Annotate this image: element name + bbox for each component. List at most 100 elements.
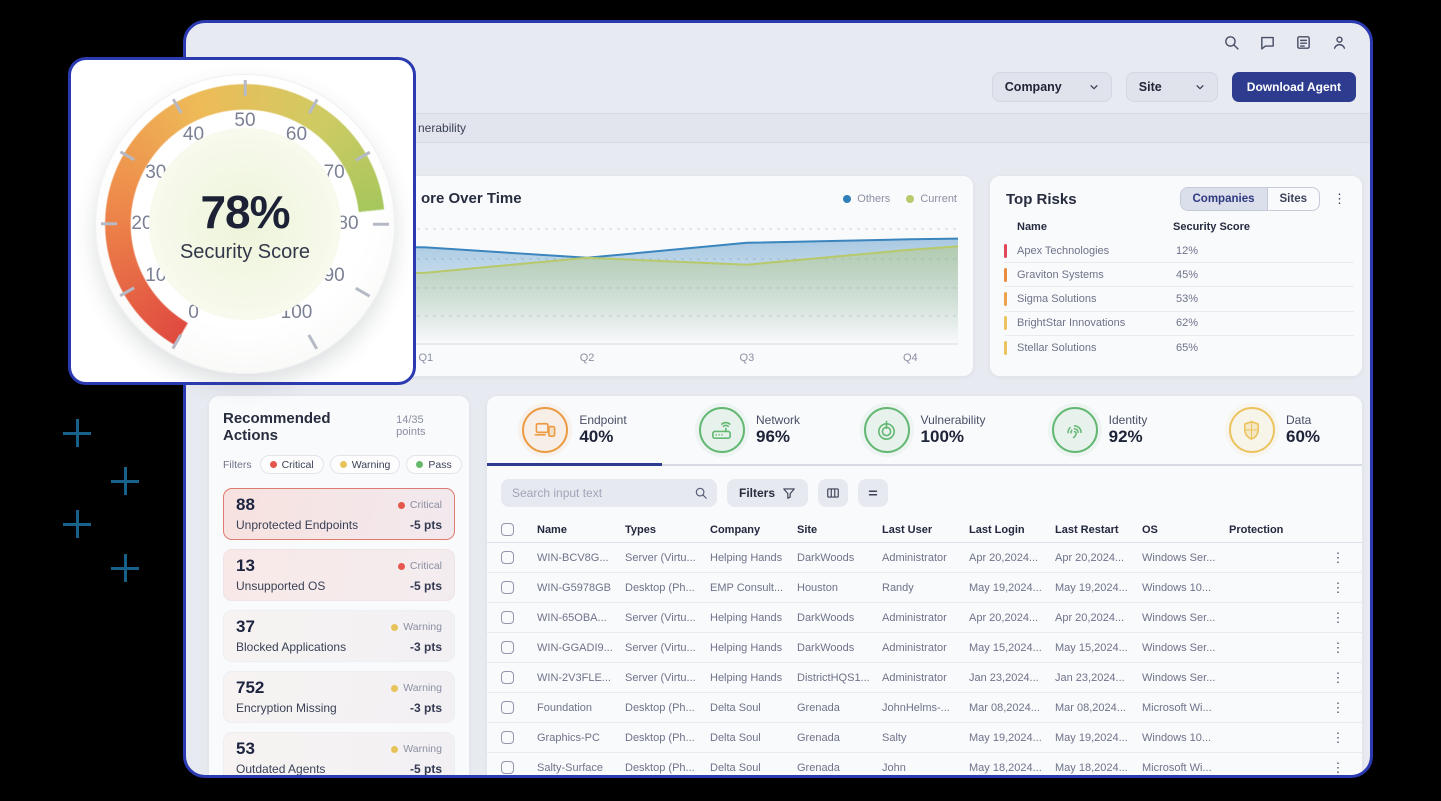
category-text: Network96% (756, 413, 800, 447)
table-row[interactable]: Graphics-PCDesktop (Ph...Delta SoulGrena… (487, 723, 1362, 753)
action-card[interactable]: 88CriticalUnprotected Endpoints-5 pts (223, 488, 455, 540)
row-checkbox[interactable] (501, 701, 514, 714)
cell-name: WIN-65OBA... (537, 612, 625, 624)
severity-dot-icon (391, 685, 398, 692)
table-row[interactable]: WIN-65OBA...Server (Virtu...Helping Hand… (487, 603, 1362, 633)
row-density-button[interactable] (858, 479, 888, 507)
cell-company: Helping Hands (710, 642, 797, 654)
tab-identity[interactable]: Identity92% (1012, 396, 1187, 466)
row-more-options-icon[interactable]: ⋮ (1324, 550, 1352, 566)
action-count: 13 (236, 556, 255, 576)
cell-os: Windows Ser... (1142, 642, 1229, 654)
risk-severity-bar (1004, 292, 1007, 306)
risks-tab-companies[interactable]: Companies (1181, 188, 1267, 210)
row-more-options-icon[interactable]: ⋮ (1324, 580, 1352, 596)
top-risks-title: Top Risks (1006, 191, 1077, 208)
category-value: 96% (756, 427, 800, 447)
gauge-tick (373, 223, 389, 226)
category-value: 92% (1109, 427, 1148, 447)
download-agent-button[interactable]: Download Agent (1232, 72, 1356, 102)
severity-dot-icon (270, 461, 277, 468)
table-row[interactable]: WIN-2V3FLE...Server (Virtu...Helping Han… (487, 663, 1362, 693)
risks-list: Apex Technologies12%Graviton Systems45%S… (990, 239, 1362, 360)
severity-dot-icon (340, 461, 347, 468)
gauge-value: 78% (200, 185, 289, 239)
severity-dot-icon (398, 563, 405, 570)
cell-type: Desktop (Ph... (625, 582, 710, 594)
search-icon[interactable] (1223, 34, 1240, 51)
action-card-bottom: Blocked Applications-3 pts (236, 640, 442, 654)
tab-endpoint[interactable]: Endpoint40% (487, 396, 662, 466)
chevron-down-icon (1089, 82, 1099, 92)
risk-name: BrightStar Innovations (1017, 317, 1176, 329)
row-checkbox[interactable] (501, 761, 514, 774)
filter-pill-pass[interactable]: Pass (406, 455, 461, 474)
risk-row[interactable]: Stellar Solutions65% (1004, 336, 1354, 360)
tab-data[interactable]: Data60% (1187, 396, 1362, 466)
recommended-actions-title: Recommended Actions (223, 410, 386, 444)
table-row[interactable]: WIN-G5978GBDesktop (Ph...EMP Consult...H… (487, 573, 1362, 603)
user-icon[interactable] (1331, 34, 1348, 51)
risk-row[interactable]: BrightStar Innovations62% (1004, 312, 1354, 336)
filter-pill-critical[interactable]: Critical (260, 455, 324, 474)
action-severity: Warning (391, 621, 442, 633)
top-risks-card: Top Risks CompaniesSites ⋮ Name Security… (989, 175, 1363, 377)
row-more-options-icon[interactable]: ⋮ (1324, 670, 1352, 686)
action-count: 53 (236, 739, 255, 759)
funnel-icon (782, 486, 796, 500)
chat-icon[interactable] (1259, 34, 1276, 51)
risk-row[interactable]: Sigma Solutions53% (1004, 287, 1354, 311)
cell-last_restart: May 19,2024... (1055, 732, 1142, 744)
row-checkbox[interactable] (501, 611, 514, 624)
action-card[interactable]: 13CriticalUnsupported OS-5 pts (223, 549, 455, 601)
report-icon[interactable] (1295, 34, 1312, 51)
company-select[interactable]: Company (992, 72, 1112, 102)
cell-name: WIN-GGADI9... (537, 642, 625, 654)
cell-last_restart: Apr 20,2024... (1055, 612, 1142, 624)
row-more-options-icon[interactable]: ⋮ (1324, 640, 1352, 656)
risks-col-name: Name (1017, 221, 1173, 233)
cell-name: WIN-G5978GB (537, 582, 625, 594)
select-all-checkbox[interactable] (501, 523, 514, 536)
tab-vulnerability[interactable]: Vulnerability100% (837, 396, 1012, 466)
action-card[interactable]: 37WarningBlocked Applications-3 pts (223, 610, 455, 662)
search-input[interactable] (501, 479, 717, 507)
action-card[interactable]: 752WarningEncryption Missing-3 pts (223, 671, 455, 723)
legend-label: Others (857, 193, 890, 205)
severity-dot-icon (391, 746, 398, 753)
severity-label: Warning (403, 682, 442, 694)
filter-pill-warning[interactable]: Warning (330, 455, 401, 474)
action-card-bottom: Unprotected Endpoints-5 pts (236, 518, 442, 532)
row-more-options-icon[interactable]: ⋮ (1324, 760, 1352, 776)
cell-last_restart: Apr 20,2024... (1055, 552, 1142, 564)
site-select[interactable]: Site (1126, 72, 1218, 102)
row-more-options-icon[interactable]: ⋮ (1324, 730, 1352, 746)
more-options-icon[interactable]: ⋮ (1329, 189, 1350, 209)
endpoint-devices-icon (522, 407, 568, 453)
risks-tab-sites[interactable]: Sites (1267, 188, 1320, 210)
row-checkbox[interactable] (501, 641, 514, 654)
row-more-options-icon[interactable]: ⋮ (1324, 700, 1352, 716)
risk-row[interactable]: Graviton Systems45% (1004, 263, 1354, 287)
table-body: WIN-BCV8G...Server (Virtu...Helping Hand… (487, 543, 1362, 778)
table-row[interactable]: Salty-SurfaceDesktop (Ph...Delta SoulGre… (487, 753, 1362, 778)
columns-button[interactable] (818, 479, 848, 507)
tab-network[interactable]: Network96% (662, 396, 837, 466)
cell-company: Helping Hands (710, 612, 797, 624)
table-row[interactable]: FoundationDesktop (Ph...Delta SoulGrenad… (487, 693, 1362, 723)
action-card[interactable]: 53WarningOutdated Agents-5 pts (223, 732, 455, 778)
risk-row[interactable]: Apex Technologies12% (1004, 239, 1354, 263)
row-checkbox[interactable] (501, 671, 514, 684)
cell-type: Server (Virtu... (625, 552, 710, 564)
severity-label: Critical (410, 499, 442, 511)
row-checkbox[interactable] (501, 731, 514, 744)
row-more-options-icon[interactable]: ⋮ (1324, 610, 1352, 626)
filters-button[interactable]: Filters (727, 479, 808, 507)
table-row[interactable]: WIN-GGADI9...Server (Virtu...Helping Han… (487, 633, 1362, 663)
table-row[interactable]: WIN-BCV8G...Server (Virtu...Helping Hand… (487, 543, 1362, 573)
row-checkbox[interactable] (501, 581, 514, 594)
filters-button-label: Filters (739, 486, 775, 500)
row-checkbox[interactable] (501, 551, 514, 564)
risk-name: Graviton Systems (1017, 269, 1176, 281)
risk-severity-bar (1004, 316, 1007, 330)
